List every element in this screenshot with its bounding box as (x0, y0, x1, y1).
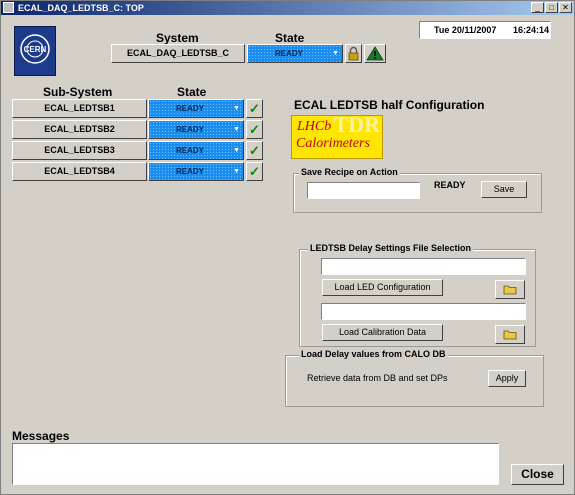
browse-calibration-button[interactable] (495, 325, 525, 344)
warning-icon (366, 46, 384, 61)
chevron-down-icon: ▼ (233, 147, 240, 154)
window-title: ECAL_DAQ_LEDTSB_C: TOP (18, 3, 144, 13)
folder-icon (503, 285, 517, 295)
check-icon[interactable]: ✓ (246, 120, 263, 139)
save-recipe-legend: Save Recipe on Action (299, 167, 400, 177)
check-icon[interactable]: ✓ (246, 99, 263, 118)
subsystem-state-value: READY (175, 104, 204, 113)
system-state-header: State (275, 31, 305, 45)
lock-button[interactable] (345, 44, 362, 63)
logo-line2: Calorimeters (296, 136, 370, 151)
subsystem-state-header: State (177, 85, 207, 99)
chevron-down-icon: ▼ (233, 105, 240, 112)
recipe-input[interactable] (307, 182, 420, 199)
cern-logo-graphic: CERN (20, 34, 50, 64)
main-window: ECAL_DAQ_LEDTSB_C: TOP _ □ ✕ CERN Tue 20… (0, 0, 575, 495)
date-label: Tue 20/11/2007 (434, 25, 497, 35)
subsystem-name-button[interactable]: ECAL_LEDTSB2 (12, 120, 147, 139)
subsystem-state-dropdown[interactable]: READY ▼ (148, 120, 244, 139)
svg-text:CERN: CERN (24, 45, 47, 54)
folder-icon (503, 330, 517, 340)
system-state-dropdown[interactable]: READY ▼ (247, 44, 343, 63)
messages-label: Messages (12, 429, 70, 443)
logo-watermark: TDR (333, 115, 380, 137)
maximize-button[interactable]: □ (545, 2, 558, 13)
lhcb-calorimeters-logo: TDR LHCb Calorimeters (291, 115, 383, 159)
led-config-path-input[interactable] (321, 258, 526, 275)
check-icon[interactable]: ✓ (246, 141, 263, 160)
title-bar[interactable]: ECAL_DAQ_LEDTSB_C: TOP _ □ ✕ (1, 1, 574, 15)
apply-button[interactable]: Apply (488, 370, 526, 387)
time-label: 16:24:14 (513, 25, 550, 35)
system-state-value: READY (274, 49, 303, 58)
load-calibration-data-button[interactable]: Load Calibration Data (322, 324, 443, 341)
subsystem-name-button[interactable]: ECAL_LEDTSB4 (12, 162, 147, 181)
chevron-down-icon: ▼ (233, 126, 240, 133)
save-button[interactable]: Save (481, 181, 527, 198)
messages-area[interactable] (12, 443, 499, 485)
recipe-status: READY (434, 180, 466, 190)
subsystem-state-dropdown[interactable]: READY ▼ (148, 141, 244, 160)
close-button[interactable]: Close (511, 464, 564, 485)
load-led-configuration-button[interactable]: Load LED Configuration (322, 279, 443, 296)
subsystem-state-value: READY (175, 167, 204, 176)
subsystem-header: Sub-System (43, 85, 113, 99)
chevron-down-icon: ▼ (332, 50, 339, 57)
logo-line1: LHCb (297, 119, 332, 134)
check-icon[interactable]: ✓ (246, 162, 263, 181)
calo-db-legend: Load Delay values from CALO DB (299, 349, 448, 359)
chevron-down-icon: ▼ (233, 168, 240, 175)
calo-db-description: Retrieve data from DB and set DPs (307, 373, 448, 383)
subsystem-name-button[interactable]: ECAL_LEDTSB1 (12, 99, 147, 118)
system-name-button[interactable]: ECAL_DAQ_LEDTSB_C (111, 44, 245, 63)
datetime-display: Tue 20/11/2007 16:24:14 (419, 21, 551, 39)
subsystem-state-value: READY (175, 125, 204, 134)
warning-button[interactable] (364, 44, 386, 63)
close-window-button[interactable]: ✕ (559, 2, 572, 13)
subsystem-state-value: READY (175, 146, 204, 155)
subsystem-name-button[interactable]: ECAL_LEDTSB3 (12, 141, 147, 160)
app-icon (3, 2, 14, 13)
subsystem-state-dropdown[interactable]: READY ▼ (148, 162, 244, 181)
minimize-button[interactable]: _ (531, 2, 544, 13)
calibration-path-input[interactable] (321, 303, 526, 320)
browse-led-button[interactable] (495, 280, 525, 299)
cern-logo: CERN (14, 26, 56, 76)
lock-icon (348, 46, 359, 61)
delay-file-legend: LEDTSB Delay Settings File Selection (308, 243, 474, 253)
config-title: ECAL LEDTSB half Configuration (294, 98, 485, 112)
subsystem-state-dropdown[interactable]: READY ▼ (148, 99, 244, 118)
system-header: System (156, 31, 199, 45)
